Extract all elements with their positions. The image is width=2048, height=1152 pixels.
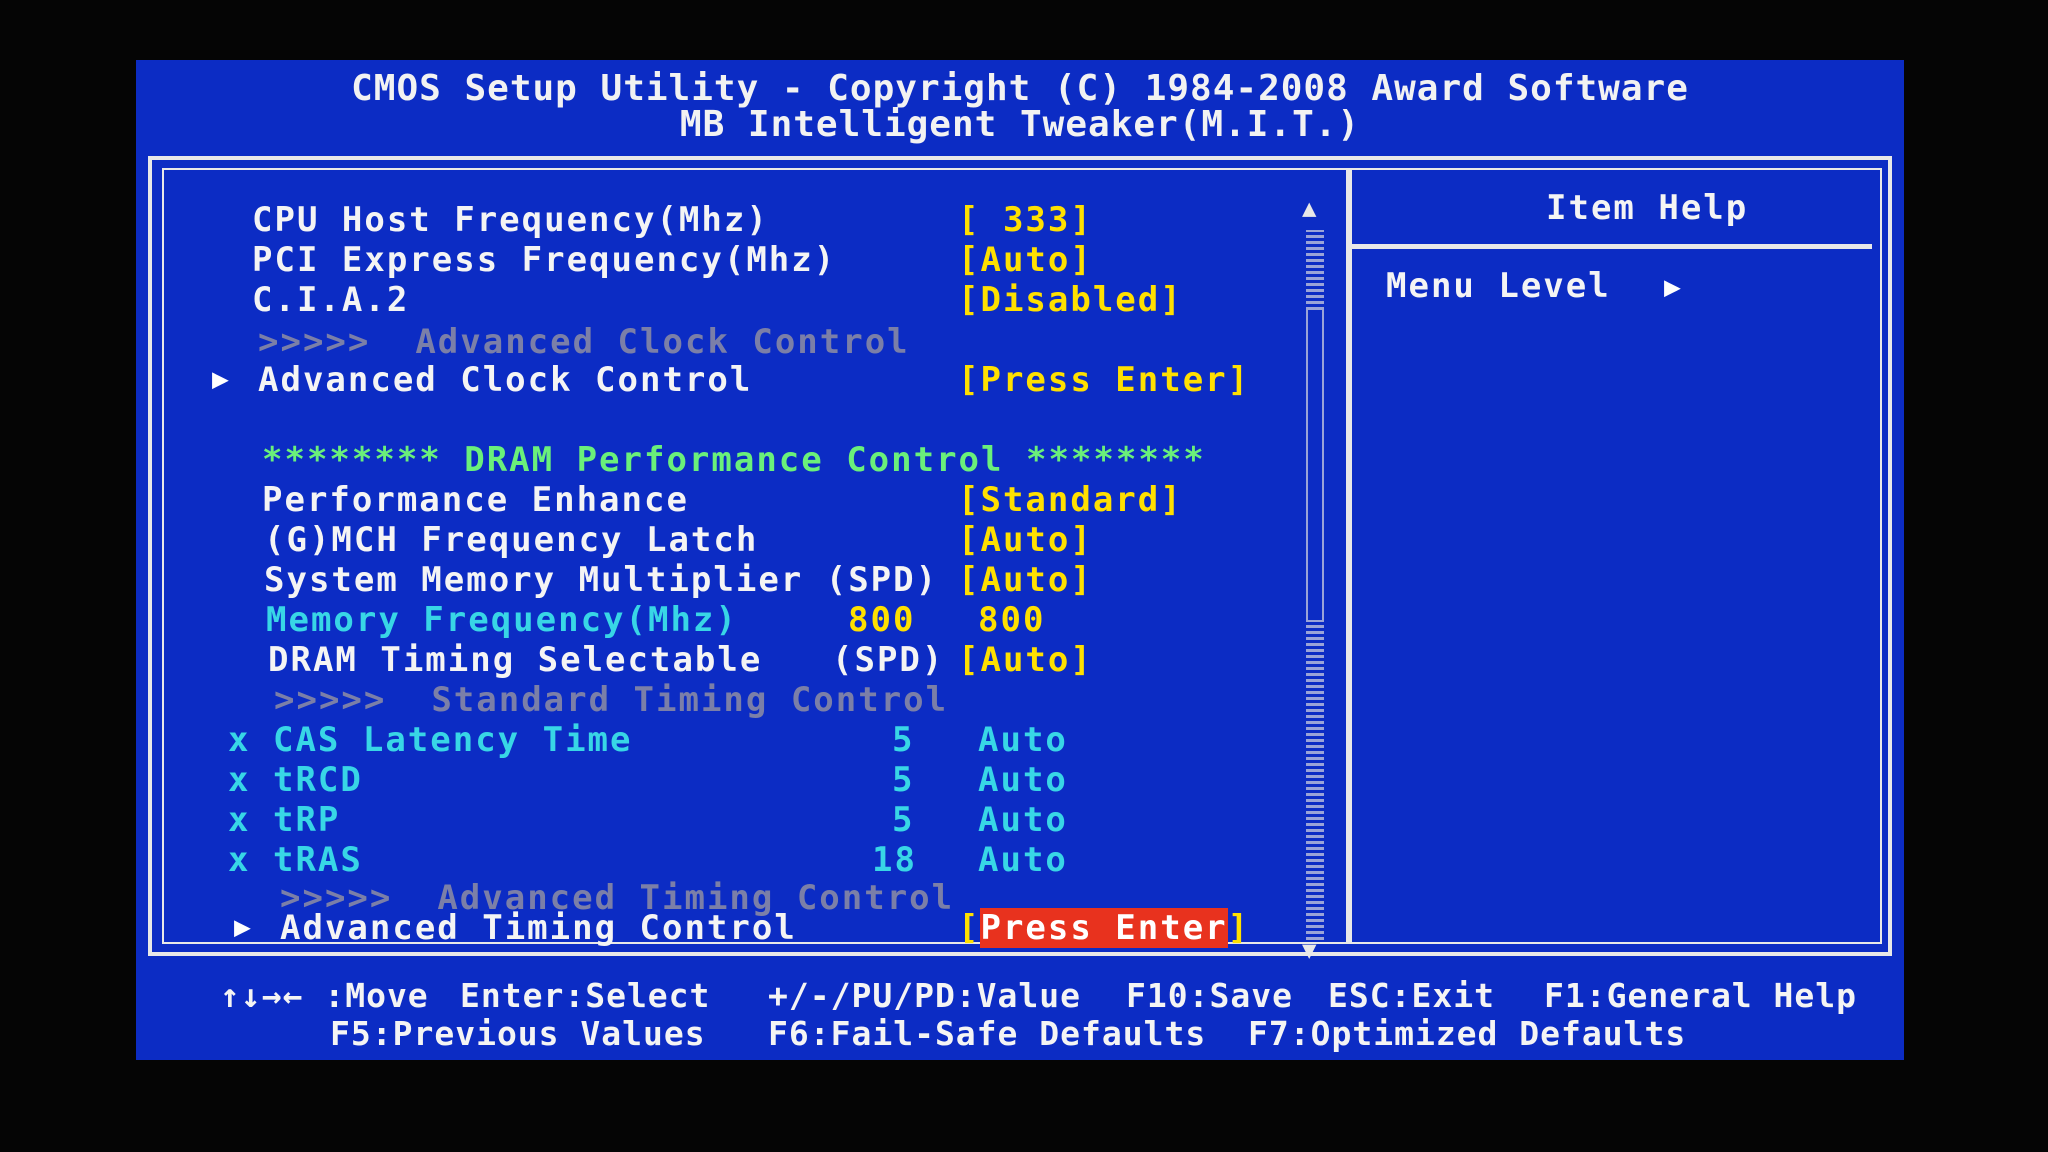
adv-timing-label[interactable]: Advanced Timing Control [280, 908, 797, 948]
footer-value: +/-/PU/PD:Value [768, 976, 1082, 1015]
section-label: Advanced Clock Control [415, 322, 910, 362]
mem-freq-current: 800 [848, 600, 916, 640]
cia2-label: C.I.A.2 [252, 280, 410, 320]
mem-freq-label: Memory Frequency(Mhz) [266, 600, 738, 640]
menu-level-arrow-icon: ▶ [1664, 270, 1681, 303]
timing-label: tRAS [272, 840, 363, 880]
timing-value: Auto [978, 760, 1068, 800]
dram-timing-sel-value[interactable]: [Auto] [958, 640, 1093, 680]
footer-optimized: F7:Optimized Defaults [1248, 1014, 1687, 1053]
adv-clock-value[interactable]: [Press Enter] [958, 360, 1250, 400]
footer-move: ↑↓→← :Move [220, 976, 429, 1015]
timing-row-tras: x tRAS [228, 840, 363, 880]
section-prefix: >>>>> [258, 322, 371, 362]
cpu-host-freq-value[interactable]: [ 333] [958, 200, 1093, 240]
header-title: CMOS Setup Utility - Copyright (C) 1984-… [351, 68, 1689, 109]
scroll-down-icon[interactable]: ▼ [1302, 936, 1316, 964]
perf-enhance-value[interactable]: [Standard] [958, 480, 1183, 520]
timing-current: 5 [892, 760, 915, 800]
footer-save: F10:Save [1126, 976, 1293, 1015]
bios-screen: CMOS Setup Utility - Copyright (C) 1984-… [136, 60, 1904, 1060]
scroll-up-icon[interactable]: ▲ [1302, 194, 1316, 222]
help-title-divider [1352, 244, 1872, 249]
bracket-open: [ [958, 908, 981, 948]
submenu-arrow-icon: ▶ [234, 910, 251, 943]
timing-label: tRP [272, 800, 341, 840]
timing-value: Auto [978, 800, 1068, 840]
perf-enhance-label: Performance Enhance [262, 480, 689, 520]
cia2-value[interactable]: [Disabled] [958, 280, 1183, 320]
adv-clock-label[interactable]: Advanced Clock Control [258, 360, 752, 400]
adv-clock-section-header: >>>>> Advanced Clock Control [258, 322, 910, 362]
dram-timing-sel-spd: (SPD) [832, 640, 945, 680]
section-prefix: >>>>> [274, 680, 387, 720]
timing-value: Auto [978, 840, 1068, 880]
dram-timing-sel-label: DRAM Timing Selectable [268, 640, 763, 680]
std-timing-section-header: >>>>> Standard Timing Control [274, 680, 948, 720]
timing-current: 18 [872, 840, 917, 880]
help-title: Item Help [1546, 188, 1749, 228]
timing-row-trp: x tRP [228, 800, 340, 840]
disabled-x-icon: x [228, 760, 251, 800]
menu-level-label: Menu Level [1386, 266, 1611, 306]
scrollbar-thumb[interactable] [1306, 310, 1324, 620]
mem-freq-value: 800 [978, 600, 1046, 640]
footer-select: Enter:Select [460, 976, 711, 1015]
sys-mem-mult-value[interactable]: [Auto] [958, 560, 1093, 600]
timing-label: CAS Latency Time [272, 720, 633, 760]
timing-value: Auto [978, 720, 1068, 760]
gmch-latch-label: (G)MCH Frequency Latch [264, 520, 759, 560]
gmch-latch-value[interactable]: [Auto] [958, 520, 1093, 560]
pci-express-freq-label: PCI Express Frequency(Mhz) [252, 240, 837, 280]
cpu-host-freq-label: CPU Host Frequency(Mhz) [252, 200, 769, 240]
panel-divider [1346, 168, 1352, 944]
timing-row-cas: x CAS Latency Time [228, 720, 632, 760]
disabled-x-icon: x [228, 720, 251, 760]
timing-row-trcd: x tRCD [228, 760, 363, 800]
disabled-x-icon: x [228, 800, 251, 840]
timing-label: tRCD [272, 760, 363, 800]
bracket-close: ] [1227, 908, 1251, 948]
timing-current: 5 [892, 720, 915, 760]
adv-timing-value[interactable]: [Press Enter] [958, 908, 1250, 948]
footer-help: F1:General Help [1544, 976, 1858, 1015]
timing-current: 5 [892, 800, 915, 840]
sys-mem-mult-label: System Memory Multiplier (SPD) [264, 560, 939, 600]
footer-exit: ESC:Exit [1328, 976, 1495, 1015]
page-title: MB Intelligent Tweaker(M.I.T.) [679, 104, 1361, 145]
disabled-x-icon: x [228, 840, 251, 880]
section-label: Standard Timing Control [431, 680, 949, 720]
pci-express-freq-value[interactable]: [Auto] [958, 240, 1093, 280]
submenu-arrow-icon: ▶ [212, 362, 229, 395]
footer-previous: F5:Previous Values [330, 1014, 706, 1053]
dram-section-title: ******** DRAM Performance Control ******… [262, 440, 1206, 480]
footer-failsafe: F6:Fail-Safe Defaults [768, 1014, 1207, 1053]
selected-highlight[interactable]: Press Enter [980, 908, 1228, 948]
